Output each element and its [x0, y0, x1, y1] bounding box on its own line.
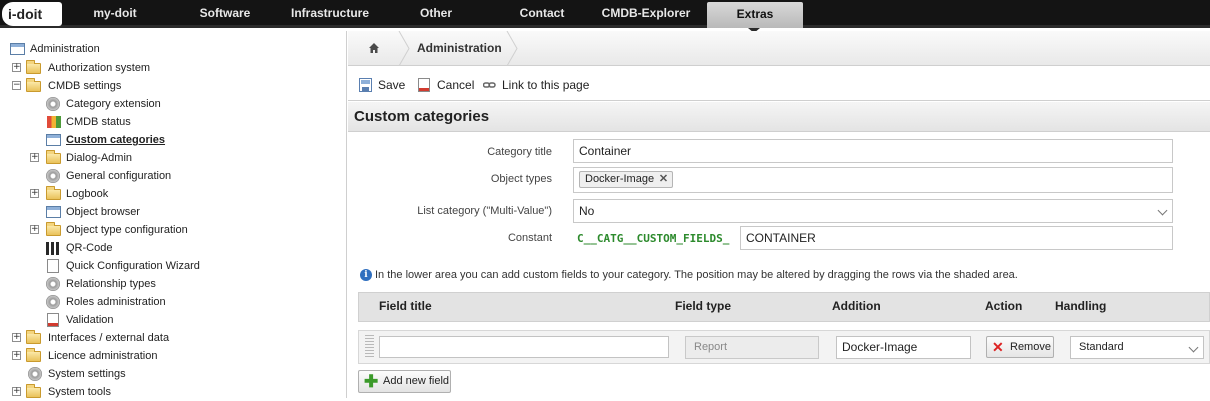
action-toolbar: Save Cancel Link to this page	[348, 67, 1210, 101]
remove-tag-icon[interactable]: ✕	[659, 172, 668, 187]
i-doit-logo[interactable]: i-doit	[2, 2, 62, 26]
nav-software[interactable]: Software	[183, 0, 267, 28]
status-grid-icon	[47, 116, 61, 128]
gear-icon	[46, 97, 60, 111]
addition-input[interactable]: Docker-Image	[836, 336, 971, 359]
folder-icon	[26, 384, 41, 398]
list-category-select[interactable]: No	[573, 199, 1173, 223]
breadcrumb-separator-icon	[506, 31, 518, 66]
expand-plus-icon[interactable]: +	[30, 189, 39, 198]
top-navigation: i-doit my-doit Software Infrastructure O…	[0, 0, 1210, 33]
expand-plus-icon[interactable]: +	[12, 387, 21, 396]
gear-icon	[46, 277, 60, 291]
constant-input[interactable]: CONTAINER	[740, 226, 1173, 250]
validation-icon	[47, 313, 59, 327]
window-icon	[46, 134, 61, 146]
handling-select[interactable]: Standard	[1070, 336, 1204, 359]
info-text: In the lower area you can add custom fie…	[375, 269, 1018, 281]
list-category-label: List category ("Multi-Value")	[417, 205, 552, 217]
home-icon[interactable]	[368, 42, 380, 54]
constant-label: Constant	[507, 232, 552, 244]
fields-table-header: Field title Field type Addition Action H…	[358, 292, 1210, 322]
folder-open-icon	[26, 78, 41, 92]
folder-icon	[26, 60, 41, 74]
expand-plus-icon[interactable]: +	[12, 63, 21, 72]
gear-icon	[28, 367, 42, 381]
nav-contact[interactable]: Contact	[508, 0, 576, 28]
expand-plus-icon[interactable]: +	[30, 225, 39, 234]
category-title-input[interactable]: Container	[573, 139, 1173, 163]
wizard-icon	[47, 259, 59, 273]
header-field-title: Field title	[379, 299, 432, 313]
link-to-page-button[interactable]: Link to this page	[483, 77, 589, 93]
category-title-label: Category title	[487, 146, 552, 158]
header-field-type: Field type	[675, 299, 732, 313]
expand-plus-icon[interactable]: +	[12, 333, 21, 342]
expand-plus-icon[interactable]: +	[30, 153, 39, 162]
constant-prefix: C__CATG__CUSTOM_FIELDS_	[577, 232, 730, 245]
cancel-button[interactable]: Cancel	[418, 77, 478, 93]
add-new-field-button[interactable]: ✚ Add new field	[358, 370, 451, 393]
table-row: Report Docker-Image ✕ Remove Standard	[358, 330, 1210, 364]
nav-my-doit[interactable]: my-doit	[72, 0, 158, 28]
folder-icon	[46, 150, 61, 164]
gear-icon	[46, 295, 60, 309]
nav-extras[interactable]: Extras	[707, 2, 803, 28]
nav-cmdb-explorer[interactable]: CMDB-Explorer	[598, 0, 694, 28]
breadcrumb: Administration	[348, 31, 1210, 66]
remove-button[interactable]: ✕ Remove	[986, 336, 1054, 358]
gear-icon	[46, 169, 60, 183]
chevron-down-icon	[1157, 205, 1168, 216]
header-action: Action	[985, 299, 1023, 313]
folder-icon	[26, 348, 41, 362]
nav-infrastructure[interactable]: Infrastructure	[280, 0, 380, 28]
object-type-tag: Docker-Image ✕	[579, 171, 674, 188]
save-icon	[359, 78, 372, 92]
expand-plus-icon[interactable]: +	[12, 351, 21, 360]
breadcrumb-separator-icon	[398, 31, 410, 66]
admin-sidebar-tree: Administration + Authorization system − …	[0, 31, 347, 398]
plus-icon: ✚	[364, 372, 379, 391]
save-button[interactable]: Save	[359, 77, 409, 93]
nav-other[interactable]: Other	[404, 0, 468, 28]
object-types-input[interactable]: Docker-Image ✕	[573, 167, 1173, 193]
folder-icon	[26, 330, 41, 344]
object-types-label: Object types	[490, 173, 552, 185]
breadcrumb-administration[interactable]: Administration	[417, 31, 502, 66]
folder-icon	[46, 222, 61, 236]
drag-handle[interactable]	[365, 335, 374, 359]
header-handling: Handling	[1055, 299, 1107, 313]
field-title-input[interactable]	[379, 336, 669, 358]
header-addition: Addition	[832, 299, 881, 313]
admin-window-icon	[10, 43, 25, 55]
section-header: Custom categories	[348, 102, 1210, 132]
section-title: Custom categories	[354, 108, 490, 125]
window-icon	[46, 206, 61, 218]
cancel-icon	[418, 78, 430, 92]
folder-icon	[46, 186, 61, 200]
chevron-down-icon	[1188, 342, 1199, 353]
field-type-select[interactable]: Report	[685, 336, 819, 359]
qr-code-icon	[46, 242, 59, 255]
collapse-minus-icon[interactable]: −	[12, 81, 21, 90]
link-icon	[483, 82, 496, 88]
info-icon: i	[360, 269, 372, 281]
remove-x-icon: ✕	[992, 339, 1004, 355]
